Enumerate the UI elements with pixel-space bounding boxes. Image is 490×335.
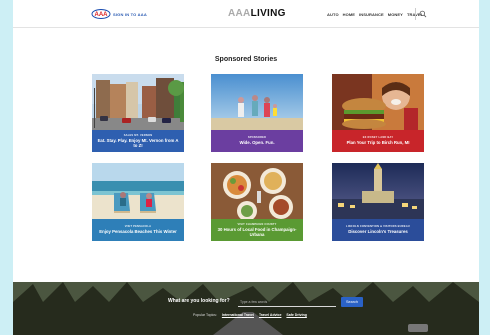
story-card-wide-open-fun[interactable]: SPONSORED Wide. Open. Fun. xyxy=(211,74,303,152)
section-title: Sponsored Stories xyxy=(214,56,278,63)
site-header: AAA SIGN IN TO AAA AAALIVING AUTO HOME I… xyxy=(13,0,479,28)
search-button[interactable]: Search xyxy=(341,297,363,307)
nav-insurance[interactable]: INSURANCE xyxy=(359,12,384,17)
popular-topics: Popular Topics: International Travel Tra… xyxy=(193,313,307,317)
story-sponsor: LINCOLN CONVENTION & VISITORS BUREAU xyxy=(346,225,410,229)
story-caption: EX ROSEY LAND BAY Plan Your Trip to Birc… xyxy=(332,130,424,152)
story-caption: SALES MT. VERNON Eat. Stay. Play. Enjoy … xyxy=(92,130,184,152)
story-sponsor: SPONSORED xyxy=(247,136,267,140)
search-footer xyxy=(13,282,479,335)
story-sponsor: VISIT CHAMPAIGN COUNTY xyxy=(237,222,277,226)
search-input[interactable]: Type a few words xyxy=(238,297,336,307)
aaa-logo[interactable]: AAA xyxy=(91,8,111,20)
story-title: Wide. Open. Fun. xyxy=(239,140,275,146)
story-title: Plan Your Trip to Birch Run, MI xyxy=(346,140,410,146)
popular-topics-label: Popular Topics: xyxy=(193,313,217,317)
story-caption: VISIT PENSACOLA Enjoy Pensacola Beaches … xyxy=(92,219,184,241)
story-caption: SPONSORED Wide. Open. Fun. xyxy=(211,130,303,152)
story-title: 30 Hours of Local Food in Champaign-Urba… xyxy=(217,226,297,237)
story-title: Eat. Stay. Play. Enjoy Mt. Vernon from A… xyxy=(97,137,179,148)
story-sponsor: EX ROSEY LAND BAY xyxy=(362,136,394,140)
search-icon[interactable] xyxy=(419,10,427,18)
story-card-champaign[interactable]: VISIT CHAMPAIGN COUNTY 30 Hours of Local… xyxy=(211,163,303,241)
story-caption: LINCOLN CONVENTION & VISITORS BUREAU Dis… xyxy=(332,219,424,241)
brand-aaa: AAA xyxy=(228,8,251,19)
story-title: Discover Lincoln's Treasures xyxy=(348,229,408,235)
sign-in-link[interactable]: SIGN IN TO AAA xyxy=(113,12,147,17)
page: AAA SIGN IN TO AAA AAALIVING AUTO HOME I… xyxy=(13,0,479,335)
story-caption: VISIT CHAMPAIGN COUNTY 30 Hours of Local… xyxy=(211,219,303,241)
topic-safe-driving[interactable]: Safe Driving xyxy=(286,313,306,317)
nav-divider xyxy=(415,8,416,20)
aaa-living-logo[interactable]: AAALIVING xyxy=(228,8,286,19)
nav-auto[interactable]: AUTO xyxy=(327,12,339,17)
main-nav: AUTO HOME INSURANCE MONEY TRAVEL xyxy=(327,12,423,17)
story-card-birch-run[interactable]: EX ROSEY LAND BAY Plan Your Trip to Birc… xyxy=(332,74,424,152)
topic-travel-advice[interactable]: Travel Advice xyxy=(259,313,281,317)
brand-living: LIVING xyxy=(250,8,286,19)
topic-international-travel[interactable]: International Travel xyxy=(222,313,254,317)
story-card-pensacola[interactable]: VISIT PENSACOLA Enjoy Pensacola Beaches … xyxy=(92,163,184,241)
story-sponsor: VISIT PENSACOLA xyxy=(124,225,152,229)
story-card-mt-vernon[interactable]: SALES MT. VERNON Eat. Stay. Play. Enjoy … xyxy=(92,74,184,152)
search-prompt: What are you looking for? xyxy=(168,298,230,304)
story-sponsor: SALES MT. VERNON xyxy=(123,133,153,137)
svg-text:AAA: AAA xyxy=(95,12,109,18)
nav-money[interactable]: MONEY xyxy=(388,12,403,17)
nav-home[interactable]: HOME xyxy=(343,12,355,17)
forest-road-background xyxy=(13,282,479,335)
story-title: Enjoy Pensacola Beaches This Winter xyxy=(99,229,177,235)
story-card-lincoln[interactable]: LINCOLN CONVENTION & VISITORS BUREAU Dis… xyxy=(332,163,424,241)
